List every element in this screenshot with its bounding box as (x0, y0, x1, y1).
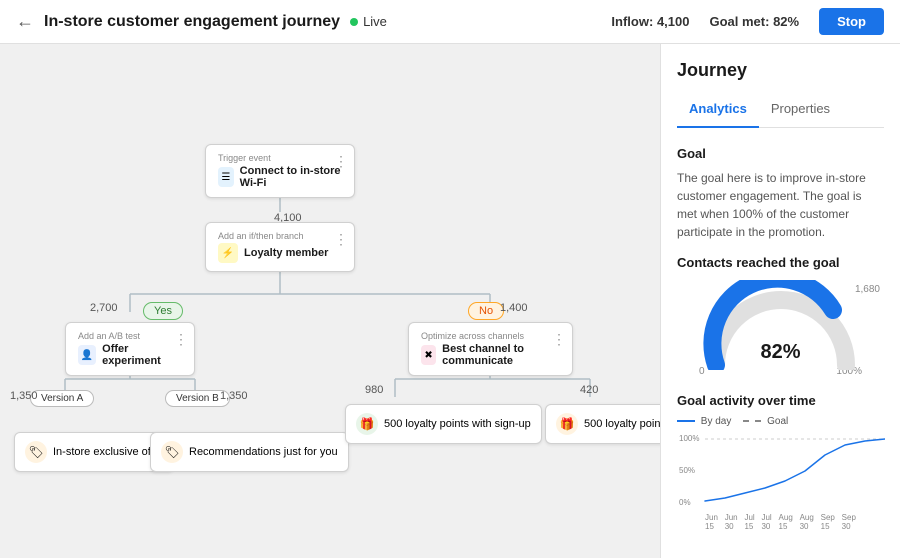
loyalty1-icon: 🎁 (356, 413, 378, 435)
count-ab-right: 1,350 (220, 390, 248, 402)
trigger-more-icon[interactable]: ⋮ (334, 153, 348, 170)
offer2-label: Recommendations just for you (189, 446, 338, 458)
gauge-top-number: 1,680 (855, 284, 880, 295)
trigger-label: Trigger event (218, 153, 342, 163)
panel-header: Journey Analytics Properties (661, 44, 900, 128)
trigger-icon: ☰ (218, 167, 234, 187)
no-badge: No (468, 302, 504, 320)
trigger-node: Trigger event ☰ Connect to in-store Wi-F… (205, 144, 355, 198)
legend-by-day: By day (677, 416, 731, 427)
optimize-more-icon[interactable]: ⋮ (552, 331, 566, 348)
header-stats: Inflow: 4,100 Goal met: 82% Stop (611, 8, 884, 35)
optimize-node: Optimize across channels ✖ Best channel … (408, 322, 573, 376)
yes-badge: Yes (143, 302, 183, 320)
tab-properties[interactable]: Properties (759, 93, 842, 128)
activity-section-title: Goal activity over time (677, 393, 884, 408)
panel-body: Goal The goal here is to improve in-stor… (661, 128, 900, 558)
legend-goal: Goal (743, 416, 788, 427)
count-ab-left: 1,350 (10, 390, 38, 402)
branch-title: Loyalty member (244, 247, 328, 259)
chart-x-labels: Jun15 Jun30 Jul15 Jul30 Aug15 Aug30 Sep1… (677, 513, 884, 531)
ab-test-node: Add an A/B test 👤 Offer experiment ⋮ (65, 322, 195, 376)
loyalty2-label: 500 loyalty points with sign-up (584, 418, 660, 430)
count-opt-left: 980 (365, 384, 383, 396)
ab-label: Add an A/B test (78, 331, 182, 341)
tab-analytics[interactable]: Analytics (677, 93, 759, 128)
loyalty1-label: 500 loyalty points with sign-up (384, 418, 531, 430)
header: ← In-store customer engagement journey L… (0, 0, 900, 44)
ab-icon: 👤 (78, 345, 96, 365)
goal-met-stat: Goal met: 82% (709, 14, 799, 29)
goal-section-text: The goal here is to improve in-store cus… (677, 169, 884, 241)
branch-node: Add an if/then branch ⚡ Loyalty member ⋮ (205, 222, 355, 272)
action-loyalty1: 🎁 500 loyalty points with sign-up (345, 404, 542, 444)
right-panel: Journey Analytics Properties Goal The go… (660, 44, 900, 558)
loyalty2-icon: 🎁 (556, 413, 578, 435)
live-label: Live (363, 14, 387, 29)
page-title: In-store customer engagement journey (44, 13, 340, 31)
journey-canvas: Trigger event ☰ Connect to in-store Wi-F… (0, 44, 660, 558)
optimize-label: Optimize across channels (421, 331, 560, 341)
branch-label: Add an if/then branch (218, 231, 342, 241)
branch-icon: ⚡ (218, 243, 238, 263)
line-chart: 100% 50% 0% Jun15 Jun30 Jul15 Jul30 Aug1… (677, 433, 884, 513)
panel-tabs: Analytics Properties (677, 93, 884, 128)
trigger-title: Connect to in-store Wi-Fi (240, 165, 342, 189)
action-offer2: 🏷 Recommendations just for you (150, 432, 349, 472)
panel-title: Journey (677, 60, 884, 81)
main-content: Trigger event ☰ Connect to in-store Wi-F… (0, 44, 900, 558)
optimize-icon: ✖ (421, 345, 436, 365)
optimize-title: Best channel to communicate (442, 343, 560, 367)
activity-chart-svg: 100% 50% 0% (677, 433, 885, 508)
count-opt-right: 420 (580, 384, 598, 396)
live-dot-icon (350, 18, 358, 26)
svg-text:50%: 50% (679, 466, 695, 475)
inflow-stat: Inflow: 4,100 (611, 14, 689, 29)
contacts-section-title: Contacts reached the goal (677, 255, 884, 270)
stop-button[interactable]: Stop (819, 8, 884, 35)
count-no: 1,400 (500, 302, 528, 314)
connectors-svg (0, 44, 660, 558)
goal-section-title: Goal (677, 146, 884, 161)
version-a-badge: Version A (30, 390, 94, 407)
chart-legend: By day Goal (677, 416, 884, 427)
branch-more-icon[interactable]: ⋮ (334, 231, 348, 248)
action-loyalty2: 🎁 500 loyalty points with sign-up (545, 404, 660, 444)
ab-more-icon[interactable]: ⋮ (174, 331, 188, 348)
gauge-value: 82% (760, 341, 800, 364)
offer2-icon: 🏷 (161, 441, 183, 463)
live-badge: Live (350, 14, 387, 29)
back-button[interactable]: ← (16, 11, 34, 32)
ab-title: Offer experiment (102, 343, 182, 367)
svg-text:0%: 0% (679, 498, 691, 507)
offer1-icon: 🏷 (25, 441, 47, 463)
svg-text:100%: 100% (679, 434, 699, 443)
offer1-label: In-store exclusive offer (53, 446, 163, 458)
count-yes: 2,700 (90, 302, 118, 314)
